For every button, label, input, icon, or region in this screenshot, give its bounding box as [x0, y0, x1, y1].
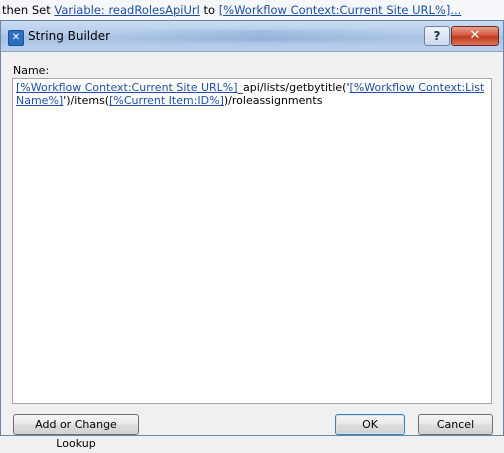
app-icon: ✕	[8, 30, 24, 46]
workflow-action-line: then Set Variable: readRolesApiUrl to [%…	[0, 0, 504, 21]
string-editor[interactable]: [%Workflow Context:Current Site URL%]_ap…	[12, 78, 492, 404]
add-or-change-lookup-button[interactable]: Add or Change Lookup	[13, 414, 139, 450]
cancel-button[interactable]: Cancel	[418, 414, 493, 435]
title-bar[interactable]: ✕ String Builder ? ✕	[1, 21, 503, 52]
value-link[interactable]: [%Workflow Context:Current Site URL%]...	[219, 3, 462, 17]
variable-link[interactable]: Variable: readRolesApiUrl	[54, 3, 199, 17]
text-segment: _api/lists/getbytitle('	[237, 81, 350, 94]
close-button[interactable]: ✕	[451, 26, 499, 46]
ok-button[interactable]: OK	[335, 414, 405, 435]
text-segment: ')/items(	[63, 94, 110, 107]
string-builder-dialog: ✕ String Builder ? ✕ Name: [%Workflow Co…	[0, 20, 504, 450]
lookup-token-site-url[interactable]: [%Workflow Context:Current Site URL%]	[16, 81, 238, 94]
help-button[interactable]: ?	[424, 26, 450, 46]
blurred-background-text	[111, 30, 411, 42]
dialog-title: String Builder	[28, 29, 111, 43]
workflow-action-to: to	[199, 3, 219, 17]
workflow-action-prefix: then Set	[2, 3, 55, 17]
name-label: Name:	[13, 64, 50, 77]
lookup-token-item-id[interactable]: [%Current Item:ID%]	[109, 94, 224, 107]
text-segment: )/roleassignments	[223, 94, 323, 107]
